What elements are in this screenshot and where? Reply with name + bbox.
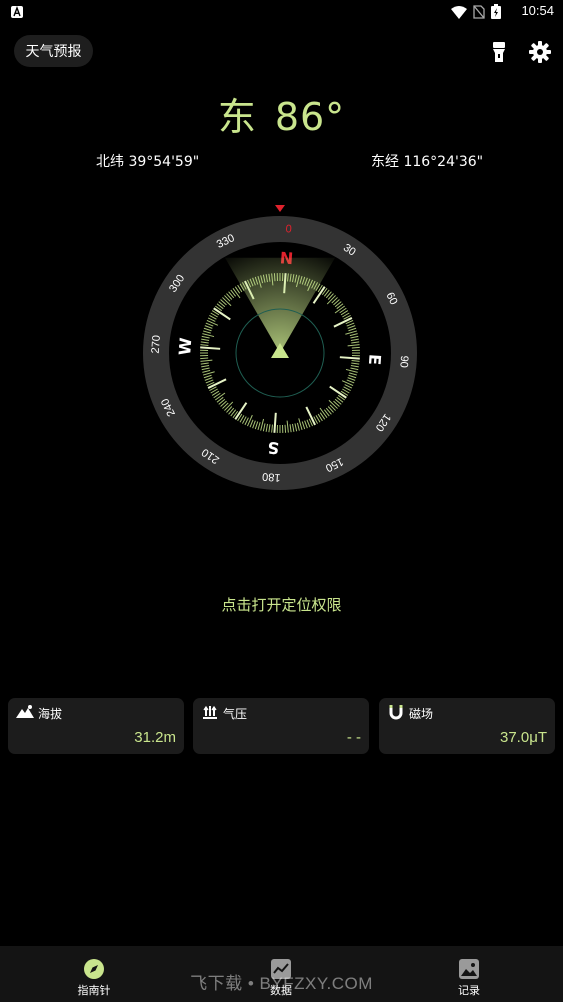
nav-label-data: 数据: [270, 984, 292, 997]
dial-tick: [273, 412, 277, 433]
heading-readout: 东 86°: [0, 86, 563, 141]
magnet-icon: [389, 705, 403, 720]
status-time: 10:54: [521, 3, 554, 18]
dial-tick: [351, 346, 360, 349]
magnetic-field-card: 磁场 37.0μT: [379, 698, 555, 754]
pressure-icon: [203, 705, 217, 719]
latitude-text: 北纬 39°54'59": [96, 154, 200, 170]
status-bar: 10:54: [0, 0, 563, 24]
compass-dial: 0306090120150180210240270300330NESW: [143, 205, 417, 490]
nav-label-compass: 指南针: [77, 984, 111, 997]
cardinal-south: S: [267, 438, 280, 458]
gallery-icon: [459, 959, 479, 979]
bottom-nav: 指南针 数据 记录: [0, 946, 563, 1002]
heading-degrees: 86°: [274, 95, 346, 139]
chart-icon: [271, 959, 291, 979]
heading-marker-icon: [275, 205, 285, 212]
dial-tick: [284, 424, 287, 433]
cardinal-east: E: [365, 354, 385, 366]
battery-icon: [491, 4, 501, 19]
status-icons: [451, 4, 501, 19]
location-permission-link[interactable]: 点击打开定位权限: [0, 594, 563, 615]
cardinal-west: W: [175, 337, 195, 356]
ring-number-270: 270: [150, 335, 163, 354]
no-sim-icon: [473, 4, 485, 19]
pressure-label: 气压: [223, 707, 248, 721]
compass-icon: [84, 959, 104, 979]
dial-tick: [200, 357, 209, 360]
altitude-label: 海拔: [38, 707, 63, 721]
settings-button[interactable]: [528, 40, 552, 64]
nav-item-data[interactable]: 数据: [231, 946, 331, 1002]
gear-icon: [529, 41, 551, 63]
flashlight-button[interactable]: [488, 40, 510, 64]
magnetic-field-label: 磁场: [409, 707, 434, 721]
longitude-text: 东经 116°24'36": [371, 154, 484, 170]
heading-direction: 东: [217, 95, 257, 139]
altitude-value: 31.2m: [134, 729, 176, 746]
ring-number-180: 180: [262, 470, 281, 483]
flashlight-icon: [493, 42, 505, 62]
altitude-card: 海拔 31.2m: [8, 698, 184, 754]
notification-icon: [11, 6, 23, 18]
nav-item-compass[interactable]: 指南针: [44, 946, 144, 1002]
ring-number-90: 90: [397, 355, 410, 368]
mountain-icon: [16, 705, 34, 718]
ring-number-0: 0: [285, 223, 292, 235]
dial-tick: [200, 346, 221, 350]
nav-item-records[interactable]: 记录: [419, 946, 519, 1002]
pressure-card: 气压 - -: [193, 698, 369, 754]
dial-tick: [339, 356, 360, 360]
magnetic-field-value: 37.0μT: [500, 729, 547, 746]
weather-forecast-button[interactable]: 天气预报: [14, 35, 93, 67]
nav-label-records: 记录: [458, 984, 480, 997]
wifi-icon: [451, 5, 467, 19]
pressure-value: - -: [346, 729, 361, 746]
